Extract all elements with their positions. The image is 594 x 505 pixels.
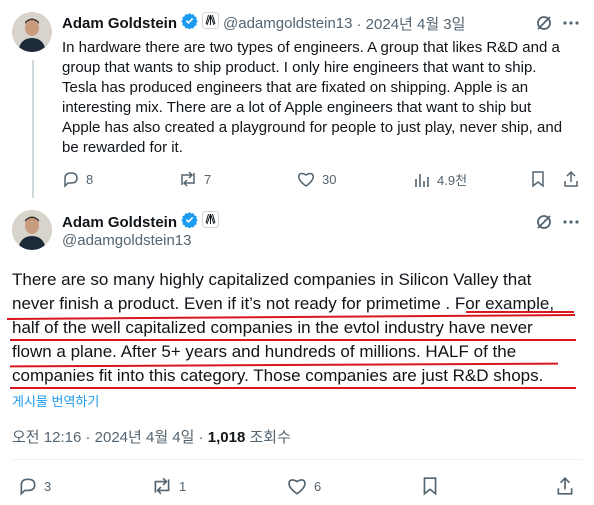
views-count: 1,018	[207, 429, 246, 446]
grok-icon[interactable]	[535, 14, 553, 37]
highlighted-segment: flown a plane. After 5+ years and hundre…	[12, 342, 517, 361]
author-name[interactable]: Adam Goldstein	[62, 214, 177, 231]
author-handle[interactable]: @adamgoldstein13	[62, 232, 191, 249]
affiliate-logo-icon[interactable]	[202, 211, 220, 233]
annotation-underline	[10, 387, 576, 389]
repost-count: 1	[179, 478, 187, 494]
text-line: Apple has also created a playground for …	[62, 119, 563, 136]
reply-header: Adam Goldstein @adamgoldstein13 · 2024년 …	[62, 12, 465, 34]
bookmark-icon	[532, 171, 544, 188]
text-line: In hardware there are two types of engin…	[62, 39, 560, 56]
post-time[interactable]: · 2024년 4월 3일	[357, 13, 466, 34]
reply-text: In hardware there are two types of engin…	[62, 38, 587, 158]
avatar[interactable]	[12, 210, 52, 250]
more-icon[interactable]	[562, 213, 580, 236]
text-line: Tesla has produced engineers that are fi…	[62, 79, 529, 96]
verified-badge-icon	[181, 211, 198, 233]
share-icon	[564, 170, 578, 187]
reply-button[interactable]: 3	[18, 476, 51, 496]
affiliate-logo-icon[interactable]	[202, 12, 220, 34]
bookmark-icon	[423, 477, 437, 496]
share-button[interactable]	[555, 476, 575, 496]
repost-count: 7	[204, 171, 212, 187]
more-icon[interactable]	[562, 14, 580, 37]
text-line: companies fit into this category. Those …	[12, 364, 587, 388]
reply-button[interactable]: 8	[62, 170, 93, 188]
grok-icon[interactable]	[535, 213, 553, 236]
translate-post-link[interactable]: 게시물 번역하기	[12, 391, 99, 410]
verified-badge-icon	[181, 12, 198, 34]
like-button[interactable]: 6	[286, 476, 321, 496]
views-count: 4.9천	[437, 173, 468, 188]
annotation-underline	[466, 311, 574, 313]
repost-button[interactable]: 7	[178, 170, 211, 188]
thread-line	[32, 60, 34, 198]
share-button[interactable]	[562, 170, 580, 188]
text-line: interesting mix. There are a lot of Appl…	[62, 99, 532, 116]
text-segment: never finish a product. Even if it’s not…	[12, 294, 455, 313]
repost-icon	[181, 171, 195, 187]
text-line: half of the well capitalized companies i…	[12, 316, 587, 340]
like-count: 30	[322, 171, 337, 187]
like-count: 6	[314, 478, 322, 494]
author-name[interactable]: Adam Goldstein	[62, 15, 177, 32]
heart-icon	[288, 479, 306, 495]
main-text: There are so many highly capitalized com…	[12, 268, 587, 388]
text-line: be rewarded for it.	[62, 139, 183, 156]
heart-icon	[298, 172, 314, 187]
main-header: Adam Goldstein	[62, 211, 220, 233]
views-button[interactable]: 4.9천	[413, 170, 467, 189]
bookmark-button[interactable]	[530, 170, 546, 188]
divider	[12, 459, 582, 460]
share-icon	[557, 477, 573, 495]
analytics-icon	[415, 173, 429, 187]
reply-icon	[20, 478, 36, 496]
like-button[interactable]: 30	[296, 170, 336, 188]
repost-icon	[154, 477, 170, 495]
text-segment: There are so many highly capitalized com…	[12, 270, 532, 289]
reply-icon	[64, 172, 78, 188]
highlighted-segment: companies fit into this category. Those …	[12, 366, 544, 385]
post-meta: 오전 12:16 · 2024년 4월 4일 · 1,018 조회수	[12, 426, 291, 447]
reply-count: 8	[86, 171, 94, 187]
text-line: flown a plane. After 5+ years and hundre…	[12, 340, 587, 364]
post-timestamp[interactable]: 오전 12:16 · 2024년 4월 4일 ·	[12, 429, 208, 446]
text-line: There are so many highly capitalized com…	[12, 268, 587, 292]
bookmark-button[interactable]	[421, 476, 439, 496]
highlighted-segment: half of the well capitalized companies i…	[12, 318, 533, 337]
views-label: 조회수	[245, 429, 291, 446]
reply-count: 3	[44, 478, 52, 494]
text-line: group that wants to ship product. I only…	[62, 59, 537, 76]
repost-button[interactable]: 1	[151, 476, 186, 496]
author-handle[interactable]: @adamgoldstein13	[223, 15, 352, 32]
annotation-underline	[10, 339, 576, 341]
avatar[interactable]	[12, 12, 52, 52]
